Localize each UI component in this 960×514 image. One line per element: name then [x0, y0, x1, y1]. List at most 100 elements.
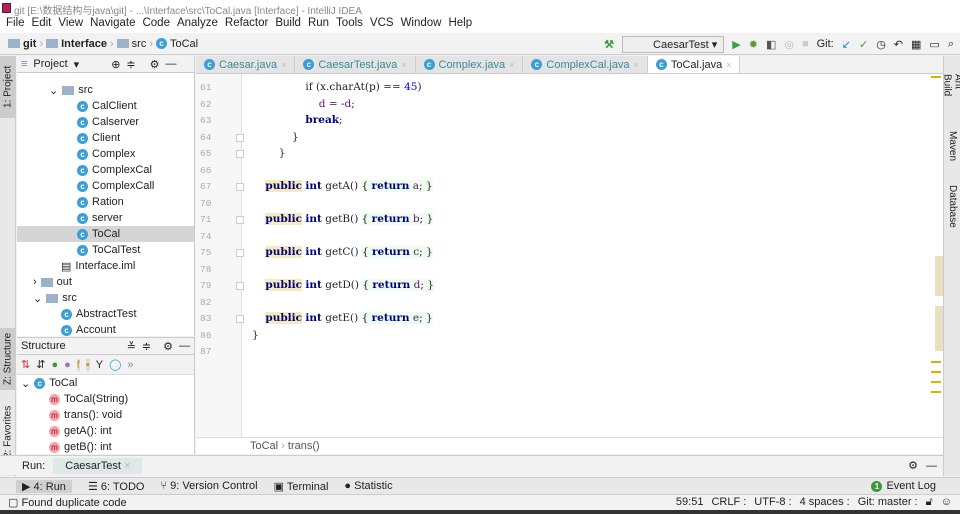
debug-icon[interactable]: ✹ [749, 38, 758, 51]
code-line[interactable]: public int getC() { return c; } [252, 246, 433, 258]
tab-complexcal-java[interactable]: c ComplexCal.java × [523, 56, 648, 73]
hide-icon[interactable]: — [926, 460, 937, 472]
tree-item[interactable]: c Calserver [17, 114, 194, 130]
tree-item[interactable]: c ComplexCal [17, 162, 194, 178]
code-line[interactable]: } [252, 147, 286, 159]
structure-item[interactable]: m trans(): void [17, 407, 194, 423]
tab-tocal-java[interactable]: c ToCal.java × [647, 56, 741, 73]
code-line[interactable]: public int getB() { return b; } [252, 213, 434, 225]
show-fields-icon[interactable]: f [76, 358, 80, 371]
locate-icon[interactable]: ⊕ [111, 58, 120, 71]
inspector-icon[interactable]: ☺︎ [941, 496, 952, 509]
tree-item[interactable]: ⌄ src [17, 82, 194, 98]
tab-structure[interactable]: Z: Structure [0, 328, 16, 390]
terminal-icon[interactable]: ▭ [929, 38, 939, 51]
tree-item[interactable]: c CalClient [17, 98, 194, 114]
git-update-icon[interactable]: ↙ [842, 38, 851, 51]
project-structure-icon[interactable]: ▦ [911, 38, 921, 51]
tree-item[interactable]: c ComplexCall [17, 178, 194, 194]
search-icon[interactable]: ⌕ [948, 38, 954, 51]
tab-complex-java[interactable]: c Complex.java × [415, 56, 524, 73]
expand-all-icon[interactable]: ≚ [127, 340, 136, 353]
tree-item[interactable]: c ToCal [17, 226, 194, 242]
close-icon[interactable]: × [509, 60, 514, 70]
tool-window-terminal[interactable]: ▣ Terminal [274, 480, 329, 493]
menu-analyze[interactable]: Analyze [175, 16, 223, 33]
fold-icon[interactable] [236, 133, 244, 142]
code-line[interactable]: public int getD() { return d; } [252, 279, 434, 291]
menu-run[interactable]: Run [306, 16, 334, 33]
run-icon[interactable]: ▶ [732, 38, 740, 51]
structure-item[interactable]: m ToCal(String) [17, 391, 194, 407]
tab-database[interactable]: Database [944, 181, 960, 231]
code-line[interactable]: if (x.charAt(p) == 45) [252, 81, 421, 93]
structure-root[interactable]: ⌄ c ToCal [17, 375, 194, 391]
fold-icon[interactable] [236, 315, 244, 323]
gear-icon[interactable]: ⚙ [908, 459, 918, 472]
tree-item[interactable]: c AbstractTest [17, 306, 194, 322]
autoscroll-icon[interactable]: ◯ [109, 358, 121, 371]
tree-item[interactable]: › out [17, 274, 194, 290]
run-tab[interactable]: CaesarTest × [53, 457, 143, 474]
tab-ant-build[interactable]: Ant Build [942, 74, 960, 114]
tab-favorites[interactable]: 2: Favorites [0, 401, 16, 463]
caret-position[interactable]: 59:51 [676, 496, 704, 509]
menu-help[interactable]: Help [446, 16, 477, 33]
show-lambdas-icon[interactable]: Y [96, 359, 103, 371]
run-config-select[interactable]: CaesarTest ▾ [622, 35, 725, 53]
menu-view[interactable]: View [56, 16, 88, 33]
breadcrumb-item[interactable]: ToCal [170, 38, 198, 50]
file-encoding[interactable]: UTF-8 : [754, 496, 791, 509]
project-view-select[interactable]: Project [33, 58, 67, 70]
menu-tools[interactable]: Tools [334, 16, 368, 33]
more-icon[interactable]: » [127, 359, 133, 371]
stop-icon[interactable]: ■ [802, 38, 809, 50]
close-icon[interactable]: × [726, 60, 731, 70]
code-line[interactable]: } [252, 131, 299, 143]
code-line[interactable]: } [252, 329, 259, 341]
menu-build[interactable]: Build [273, 16, 306, 33]
tool-window-versioncontrol[interactable]: ⑂ 9: Version Control [160, 480, 257, 493]
tree-item[interactable]: c Account [17, 322, 194, 338]
fold-icon[interactable] [236, 249, 244, 257]
menu-code[interactable]: Code [140, 16, 175, 33]
hide-icon[interactable]: — [166, 58, 177, 70]
menu-refactor[interactable]: Refactor [223, 16, 273, 33]
show-properties-icon[interactable]: ● [64, 359, 71, 371]
revert-icon[interactable]: ↶ [894, 38, 903, 51]
breadcrumb-item[interactable]: git [23, 38, 36, 50]
tab-caesartest-java[interactable]: c CaesarTest.java × [295, 56, 416, 73]
fold-icon[interactable] [236, 150, 244, 158]
tree-item[interactable]: c Client [17, 130, 194, 146]
tool-window-statistic[interactable]: ● Statistic [344, 480, 392, 493]
tree-item[interactable]: c Ration [17, 194, 194, 210]
show-non-public-icon[interactable]: ▪ [85, 358, 90, 371]
code-line[interactable]: public int getE() { return e; } [252, 312, 433, 324]
sort-alpha-icon[interactable]: ⇵ [36, 358, 45, 371]
code-line[interactable]: d = -d; [252, 98, 355, 110]
tool-window-run[interactable]: ▶ 4: Run [16, 479, 72, 493]
collapse-all-icon[interactable]: ≑ [126, 58, 135, 71]
structure-item[interactable]: m getA(): int [17, 423, 194, 439]
crumb-class[interactable]: ToCal [250, 440, 278, 452]
git-commit-icon[interactable]: ✓ [859, 38, 868, 51]
crumb-method[interactable]: trans() [288, 440, 320, 452]
history-icon[interactable]: ◷ [876, 38, 886, 51]
close-icon[interactable]: × [401, 60, 406, 70]
collapse-all-icon[interactable]: ≑ [142, 340, 151, 353]
tab-caesar-java[interactable]: c Caesar.java × [196, 56, 296, 73]
menu-file[interactable]: File [4, 16, 30, 33]
git-branch[interactable]: Git: master : [858, 496, 918, 509]
tab-maven[interactable]: Maven [944, 126, 960, 166]
fold-icon[interactable] [236, 216, 244, 224]
fold-icon[interactable] [236, 183, 244, 191]
tab-project[interactable]: 1: Project [0, 56, 16, 118]
gear-icon[interactable]: ⚙ [150, 58, 160, 71]
sort-visibility-icon[interactable]: ⇅ [21, 358, 30, 371]
tree-item[interactable]: c Complex [17, 146, 194, 162]
gear-icon[interactable]: ⚙ [163, 340, 173, 353]
lock-icon[interactable]: 🔓︎ [926, 496, 933, 509]
hide-icon[interactable]: — [179, 340, 190, 352]
chevron-down-icon[interactable]: ⌄ [21, 377, 30, 390]
tree-item[interactable]: c server [17, 210, 194, 226]
